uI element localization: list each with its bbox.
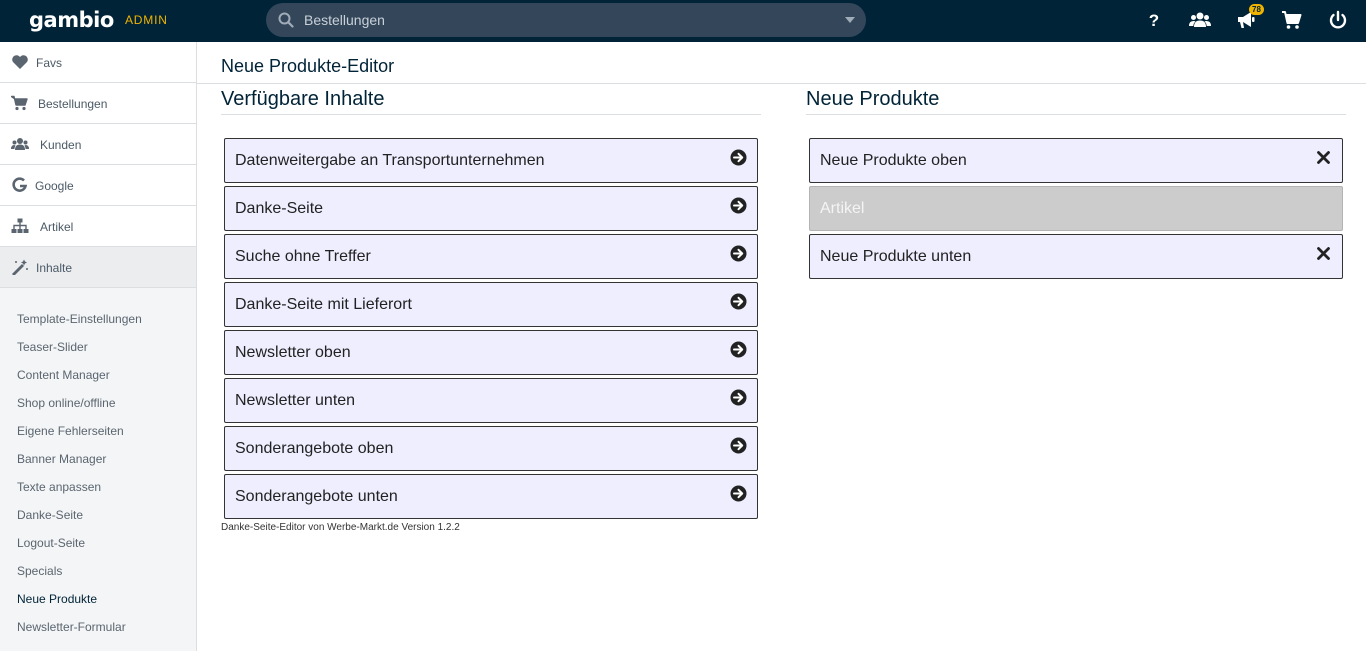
available-item[interactable]: Datenweitergabe an Transportunternehmen [224,138,758,183]
available-item[interactable]: Newsletter unten [224,378,758,423]
search-scope-dropdown-icon[interactable] [845,17,855,23]
available-item[interactable]: Danke-Seite [224,186,758,231]
users-icon[interactable] [1189,10,1211,30]
sidebar-item-label: Artikel [40,220,74,234]
available-item-label: Newsletter oben [235,344,351,361]
search-input[interactable] [304,3,824,37]
arrow-circle-right-icon[interactable] [730,389,747,406]
available-item[interactable]: Sonderangebote unten [224,474,758,519]
arrow-circle-right-icon[interactable] [730,245,747,262]
available-item-label: Newsletter unten [235,392,356,409]
search-icon [278,12,294,28]
submenu-item-teaser-slider[interactable]: Teaser-Slider [17,340,88,354]
submenu-item-new-products[interactable]: Neue Produkte [17,592,97,606]
cart-icon[interactable] [1281,10,1303,30]
arrow-circle-right-icon[interactable] [730,149,747,166]
submenu-item-thank-you-page[interactable]: Danke-Seite [17,508,83,522]
sidebar-item-label: Inhalte [36,261,73,275]
available-item-label: Datenweitergabe an Transportunternehmen [235,152,545,169]
top-bar: gambio ADMIN ? 78 [0,0,1366,42]
available-item-label: Suche ohne Treffer [235,248,371,265]
arrow-circle-right-icon[interactable] [730,341,747,358]
selected-item-label: Neue Produkte unten [820,248,972,265]
remove-icon[interactable] [1315,245,1332,262]
admin-label: ADMIN [125,13,168,27]
submenu-item-logout-page[interactable]: Logout-Seite [17,536,85,550]
selected-contents-heading: Neue Produkte [806,88,940,110]
arrow-circle-right-icon[interactable] [730,197,747,214]
selected-item[interactable]: Neue Produkte oben [809,138,1343,183]
sidebar-item-label: Kunden [40,138,82,152]
arrow-circle-right-icon[interactable] [730,437,747,454]
submenu-item-banner-manager[interactable]: Banner Manager [17,452,106,466]
sidebar-item-artikel[interactable]: Artikel [0,206,196,247]
submenu-item-newsletter-form[interactable]: Newsletter-Formular [17,620,126,634]
magic-wand-icon [12,259,28,275]
sidebar: Favs Bestellungen Kunden Google Artikel … [0,42,197,651]
available-item[interactable]: Sonderangebote oben [224,426,758,471]
remove-icon[interactable] [1315,149,1332,166]
power-icon[interactable] [1327,10,1349,30]
sidebar-item-label: Google [35,179,74,193]
help-icon[interactable]: ? [1143,10,1165,30]
selected-contents-divider [806,114,1346,115]
sidebar-item-kunden[interactable]: Kunden [0,124,196,165]
submenu-item-error-pages[interactable]: Eigene Fehlerseiten [17,424,124,438]
available-item-label: Danke-Seite mit Lieferort [235,296,412,313]
title-divider [197,83,1366,84]
available-item[interactable]: Newsletter oben [224,330,758,375]
submenu-item-texts[interactable]: Texte anpassen [17,480,101,494]
plugin-version-note: Danke-Seite-Editor von Werbe-Markt.de Ve… [221,522,460,533]
notification-count-badge: 78 [1249,4,1264,15]
sidebar-item-bestellungen[interactable]: Bestellungen [0,83,196,124]
available-item[interactable]: Suche ohne Treffer [224,234,758,279]
available-item-label: Sonderangebote unten [235,488,398,505]
sidebar-item-favs[interactable]: Favs [0,42,196,83]
selected-item[interactable]: Neue Produkte unten [809,234,1343,279]
submenu-item-specials[interactable]: Specials [17,564,62,578]
available-item-label: Danke-Seite [235,200,324,217]
sidebar-item-inhalte[interactable]: Inhalte [0,247,196,288]
google-icon [12,177,28,192]
sidebar-item-google[interactable]: Google [0,165,196,206]
selected-item-label: Artikel [820,200,865,217]
heart-icon [12,55,28,69]
selected-item-fixed: Artikel [809,186,1343,231]
arrow-circle-right-icon[interactable] [730,485,747,502]
available-item[interactable]: Danke-Seite mit Lieferort [224,282,758,327]
cart-icon [11,95,28,111]
submenu-item-shop-online-offline[interactable]: Shop online/offline [17,396,116,410]
page-title: Neue Produkte-Editor [221,56,395,76]
search-box[interactable] [266,3,866,37]
selected-item-label: Neue Produkte oben [820,152,967,169]
users-icon [11,138,29,150]
svg-text:?: ? [1149,11,1159,30]
sidebar-item-label: Favs [36,56,63,70]
available-contents-divider [221,114,761,115]
submenu-item-content-manager[interactable]: Content Manager [17,368,110,382]
arrow-circle-right-icon[interactable] [730,293,747,310]
available-contents-heading: Verfügbare Inhalte [221,88,385,110]
gambio-logo[interactable]: gambio [29,8,114,32]
sidebar-item-label: Bestellungen [38,97,108,111]
submenu-item-template-settings[interactable]: Template-Einstellungen [17,312,142,326]
sitemap-icon [11,218,29,233]
available-item-label: Sonderangebote oben [235,440,394,457]
